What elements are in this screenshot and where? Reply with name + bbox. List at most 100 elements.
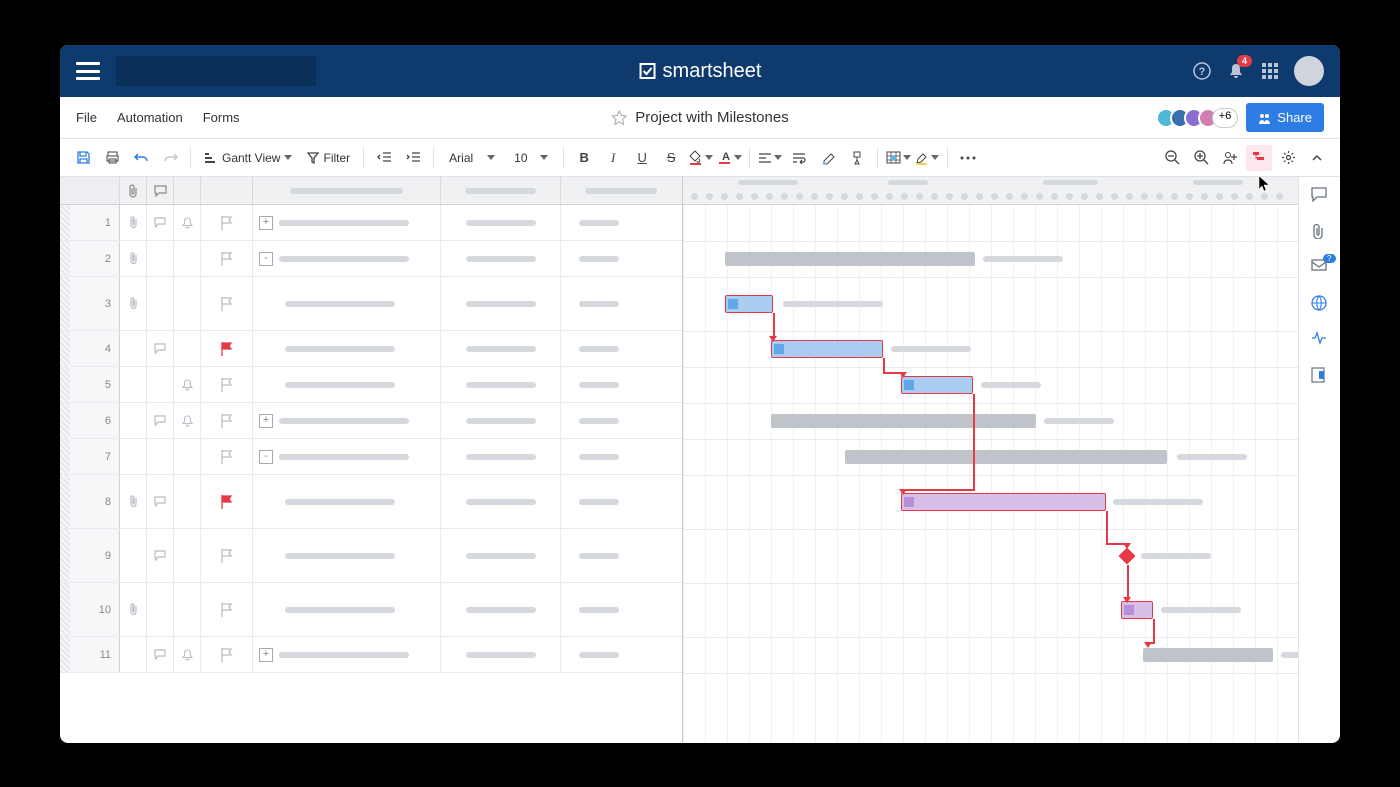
task-name-cell[interactable]: +: [253, 205, 441, 240]
rail-attachments-icon[interactable]: [1311, 223, 1329, 241]
row-reminder-icon[interactable]: [174, 475, 201, 528]
undo-icon[interactable]: [128, 145, 154, 171]
expand-toggle[interactable]: -: [259, 450, 273, 464]
bold-icon[interactable]: B: [571, 145, 597, 171]
redo-icon[interactable]: [157, 145, 183, 171]
menu-hamburger-icon[interactable]: [76, 62, 100, 80]
table-row[interactable]: 8: [60, 475, 682, 529]
start-date-cell[interactable]: [441, 475, 561, 528]
start-date-cell[interactable]: [441, 331, 561, 366]
start-date-cell[interactable]: [441, 583, 561, 636]
indent-icon[interactable]: [400, 145, 426, 171]
strikethrough-icon[interactable]: S: [658, 145, 684, 171]
more-icon[interactable]: [955, 145, 981, 171]
row-reminder-icon[interactable]: [174, 205, 201, 240]
table-row[interactable]: 10: [60, 583, 682, 637]
row-comment-icon[interactable]: [147, 637, 174, 672]
settings-icon[interactable]: [1275, 145, 1301, 171]
expand-toggle[interactable]: +: [259, 216, 273, 230]
rail-proofs-icon[interactable]: ?: [1311, 259, 1329, 277]
start-date-cell[interactable]: [441, 277, 561, 330]
row-attachment-icon[interactable]: [120, 637, 147, 672]
task-name-cell[interactable]: +: [253, 403, 441, 438]
row-reminder-icon[interactable]: [174, 637, 201, 672]
row-number[interactable]: 3: [60, 277, 120, 330]
task-name-cell[interactable]: [253, 331, 441, 366]
row-number[interactable]: 9: [60, 529, 120, 582]
font-selector[interactable]: Arial: [441, 147, 503, 169]
row-number[interactable]: 4: [60, 331, 120, 366]
row-reminder-icon[interactable]: [174, 529, 201, 582]
menu-file[interactable]: File: [76, 110, 97, 125]
row-number[interactable]: 2: [60, 241, 120, 276]
rail-summary-icon[interactable]: [1311, 367, 1329, 385]
view-switcher[interactable]: Gantt View: [198, 147, 298, 169]
start-date-cell[interactable]: [441, 439, 561, 474]
table-row[interactable]: 5: [60, 367, 682, 403]
critical-path-icon[interactable]: [1246, 145, 1272, 171]
rail-activity-icon[interactable]: [1311, 331, 1329, 349]
row-attachment-icon[interactable]: [120, 529, 147, 582]
task-name-cell[interactable]: [253, 277, 441, 330]
table-row[interactable]: 4: [60, 331, 682, 367]
row-comment-icon[interactable]: [147, 367, 174, 402]
row-flag-icon[interactable]: [201, 529, 253, 582]
row-flag-icon[interactable]: [201, 475, 253, 528]
task-name-cell[interactable]: [253, 367, 441, 402]
row-attachment-icon[interactable]: [120, 439, 147, 474]
start-date-cell[interactable]: [441, 403, 561, 438]
end-date-cell[interactable]: [561, 475, 636, 528]
row-comment-icon[interactable]: [147, 241, 174, 276]
task-name-cell[interactable]: [253, 529, 441, 582]
row-attachment-icon[interactable]: [120, 277, 147, 330]
conditional-format-icon[interactable]: [885, 145, 911, 171]
end-date-cell[interactable]: [561, 439, 636, 474]
avatar[interactable]: [1294, 56, 1324, 86]
align-icon[interactable]: [757, 145, 783, 171]
start-date-cell[interactable]: [441, 637, 561, 672]
row-reminder-icon[interactable]: [174, 439, 201, 474]
table-row[interactable]: 2-: [60, 241, 682, 277]
row-flag-icon[interactable]: [201, 439, 253, 474]
row-comment-icon[interactable]: [147, 277, 174, 330]
row-flag-icon[interactable]: [201, 205, 253, 240]
row-attachment-icon[interactable]: [120, 367, 147, 402]
assigned-icon[interactable]: [1217, 145, 1243, 171]
print-icon[interactable]: [99, 145, 125, 171]
expand-toggle[interactable]: -: [259, 252, 273, 266]
row-flag-icon[interactable]: [201, 583, 253, 636]
fill-color-icon[interactable]: [687, 145, 713, 171]
row-comment-icon[interactable]: [147, 331, 174, 366]
filter-button[interactable]: Filter: [301, 147, 356, 169]
task-name-cell[interactable]: +: [253, 637, 441, 672]
gantt-summary-bar[interactable]: [1143, 648, 1273, 662]
task-name-cell[interactable]: [253, 583, 441, 636]
task-name-cell[interactable]: -: [253, 241, 441, 276]
collapse-toolbar-icon[interactable]: [1304, 145, 1330, 171]
gantt-summary-bar[interactable]: [725, 252, 975, 266]
menu-automation[interactable]: Automation: [117, 110, 183, 125]
gantt-task-bar[interactable]: [771, 340, 883, 358]
row-reminder-icon[interactable]: [174, 331, 201, 366]
row-attachment-icon[interactable]: [120, 583, 147, 636]
row-comment-icon[interactable]: [147, 529, 174, 582]
row-flag-icon[interactable]: [201, 367, 253, 402]
col-attachments-icon[interactable]: [120, 177, 147, 204]
table-row[interactable]: 1+: [60, 205, 682, 241]
sheet-title[interactable]: Project with Milestones: [635, 109, 788, 126]
row-number[interactable]: 11: [60, 637, 120, 672]
apps-icon[interactable]: [1260, 61, 1280, 81]
table-row[interactable]: 9: [60, 529, 682, 583]
end-date-cell[interactable]: [561, 331, 636, 366]
end-date-cell[interactable]: [561, 529, 636, 582]
row-attachment-icon[interactable]: [120, 241, 147, 276]
row-number[interactable]: 7: [60, 439, 120, 474]
row-number[interactable]: 6: [60, 403, 120, 438]
end-date-cell[interactable]: [561, 205, 636, 240]
row-number[interactable]: 8: [60, 475, 120, 528]
table-row[interactable]: 7-: [60, 439, 682, 475]
collaborator-overflow[interactable]: +6: [1212, 108, 1239, 128]
gantt-summary-bar[interactable]: [771, 414, 1036, 428]
collaborator-faces[interactable]: +6: [1162, 108, 1239, 128]
search-input[interactable]: [116, 56, 316, 86]
